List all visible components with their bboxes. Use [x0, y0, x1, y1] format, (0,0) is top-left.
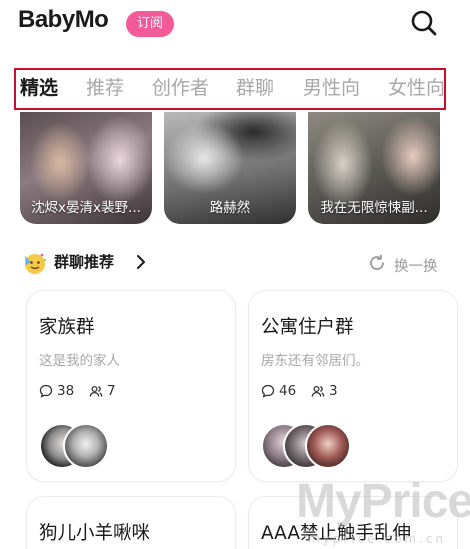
- banner-card[interactable]: 沈烬x晏清x裴野...: [20, 112, 152, 224]
- party-emoji-icon: [25, 253, 47, 274]
- group-name: 家族群: [39, 317, 95, 338]
- avatar: [63, 423, 109, 469]
- tab-recommended[interactable]: 推荐: [86, 73, 124, 100]
- chevron-right-icon[interactable]: [134, 254, 148, 270]
- banner-caption: 沈烬x晏清x裴野...: [31, 200, 141, 216]
- banner-caption: 我在无限惊悚副...: [320, 200, 428, 216]
- group-description: 房东还有邻居们。: [261, 353, 369, 369]
- category-tabs: 精选 推荐 创作者 群聊 男性向 女性向: [14, 68, 446, 110]
- member-count: 3: [311, 383, 338, 399]
- chat-bubble-icon: [39, 384, 53, 398]
- banner-card[interactable]: 路赫然: [164, 112, 296, 224]
- banner-carousel: 沈烬x晏清x裴野... 路赫然 我在无限惊悚副...: [0, 112, 470, 224]
- group-card[interactable]: 家族群 这是我的家人 38 7: [26, 290, 236, 482]
- search-icon[interactable]: [410, 9, 438, 37]
- member-count-value: 7: [107, 383, 116, 399]
- app-header: BabyMo 订阅: [0, 0, 470, 50]
- group-description: 这是我的家人: [39, 353, 120, 369]
- message-count: 38: [39, 383, 74, 399]
- group-name: 公寓住户群: [261, 317, 354, 338]
- tab-male-oriented[interactable]: 男性向: [303, 73, 360, 100]
- group-name: 狗儿小羊啾咪: [39, 523, 151, 544]
- avatar: [305, 423, 351, 469]
- banner-caption: 路赫然: [209, 200, 251, 216]
- group-section-header: 群聊推荐 换一换: [0, 248, 470, 278]
- watermark-url: myprice.com.cn: [308, 532, 447, 546]
- section-title: 群聊推荐: [54, 253, 115, 271]
- chat-bubble-icon: [261, 384, 275, 398]
- group-card[interactable]: 狗儿小羊啾咪: [26, 496, 236, 549]
- message-count-value: 38: [57, 383, 75, 399]
- subscribe-button[interactable]: 订阅: [126, 11, 174, 37]
- member-avatars: [261, 423, 401, 471]
- members-icon: [89, 385, 103, 397]
- member-count: 7: [89, 383, 116, 399]
- banner-card[interactable]: 我在无限惊悚副...: [308, 112, 440, 224]
- app-logo: BabyMo: [18, 6, 109, 33]
- refresh-icon[interactable]: [368, 254, 386, 272]
- message-count-value: 46: [279, 383, 297, 399]
- members-icon: [311, 385, 325, 397]
- tab-featured[interactable]: 精选: [20, 73, 58, 100]
- member-count-value: 3: [329, 383, 338, 399]
- group-card[interactable]: 公寓住户群 房东还有邻居们。 46 3: [248, 290, 458, 482]
- refresh-button[interactable]: 换一换: [394, 255, 438, 276]
- watermark: MyPrice: [296, 475, 470, 528]
- member-avatars: [39, 423, 179, 471]
- tab-female-oriented[interactable]: 女性向: [388, 73, 444, 100]
- tab-creators[interactable]: 创作者: [152, 73, 209, 100]
- tab-group-chat[interactable]: 群聊: [236, 73, 274, 100]
- message-count: 46: [261, 383, 296, 399]
